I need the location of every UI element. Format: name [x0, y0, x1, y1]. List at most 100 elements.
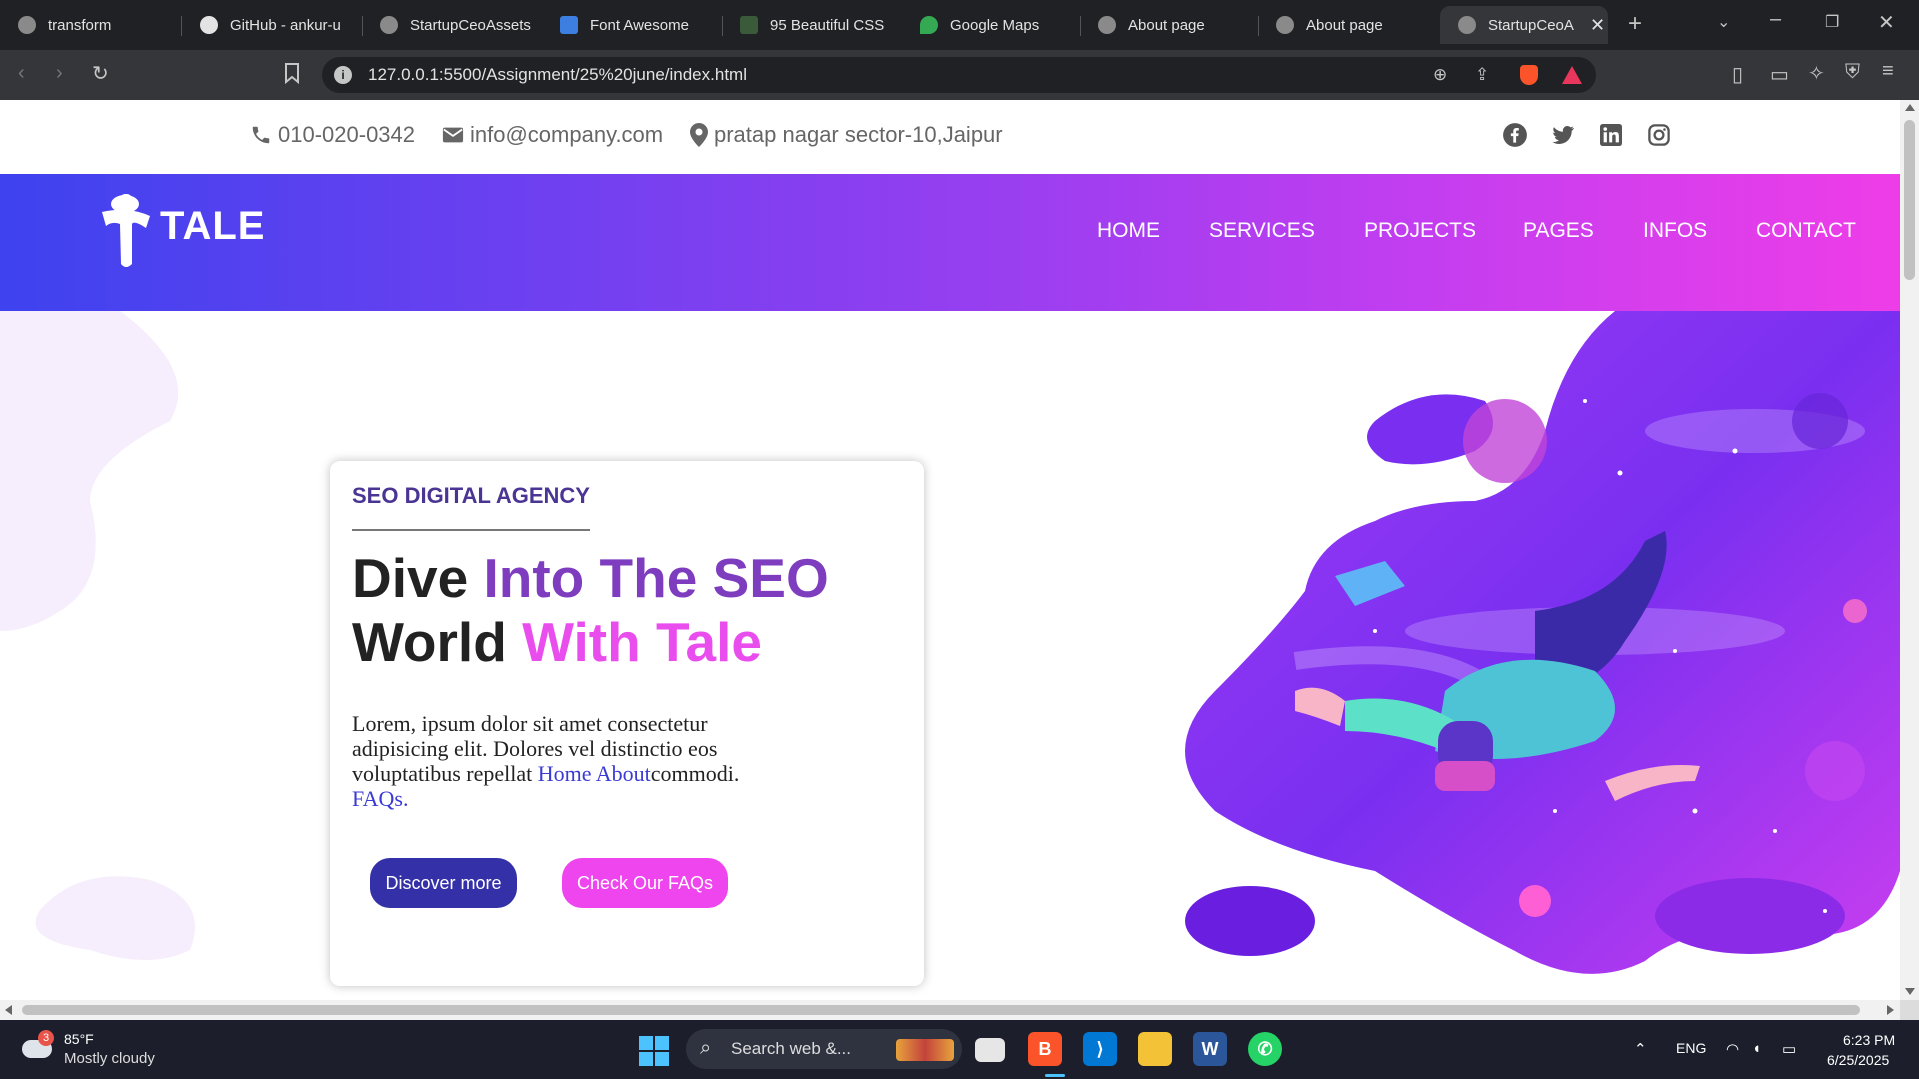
envelope-icon	[442, 127, 464, 143]
map-pin-icon	[920, 16, 938, 34]
scroll-right-icon[interactable]	[1887, 1005, 1894, 1015]
site-info-icon[interactable]: i	[334, 66, 352, 84]
weather-widget[interactable]: 3	[22, 1030, 56, 1062]
link-home[interactable]: Home	[538, 761, 592, 786]
new-tab-icon[interactable]: +	[1628, 10, 1642, 38]
vscode-icon[interactable]: ⟩	[1083, 1032, 1117, 1066]
horizontal-scroll-thumb[interactable]	[22, 1005, 1860, 1015]
headline-part: World	[352, 611, 523, 673]
task-view-icon[interactable]	[975, 1038, 1005, 1062]
decorative-blob-bottom	[35, 876, 195, 960]
chevron-down-icon[interactable]: ⌄	[1717, 12, 1730, 32]
hero-illustration	[1185, 311, 1900, 974]
forward-icon[interactable]: ›	[56, 62, 63, 85]
brave-rewards-icon[interactable]	[1562, 66, 1582, 84]
browser-toolbar: ‹ › ↻ i 127.0.0.1:5500/Assignment/25%20j…	[0, 50, 1919, 100]
nav-home[interactable]: HOME	[1097, 219, 1160, 243]
nav-projects[interactable]: PROJECTS	[1364, 219, 1476, 243]
search-icon: ⌕	[700, 1037, 712, 1059]
browser-tab[interactable]: 95 Beautiful CSS	[722, 6, 892, 44]
scroll-left-icon[interactable]	[5, 1005, 12, 1015]
brave-browser-icon[interactable]: B	[1028, 1032, 1062, 1066]
scroll-down-icon[interactable]	[1905, 988, 1915, 995]
taskbar-search[interactable]: ⌕ Search web &...	[686, 1029, 962, 1069]
discover-more-button[interactable]: Discover more	[370, 858, 517, 908]
clock-date[interactable]: 6/25/2025	[1827, 1052, 1889, 1068]
leo-ai-icon[interactable]: ✧	[1808, 61, 1825, 86]
scrollbar-corner	[1900, 1000, 1919, 1020]
reload-icon[interactable]: ↻	[92, 61, 109, 86]
tab-label: 95 Beautiful CSS	[770, 16, 885, 34]
bookmark-icon[interactable]	[283, 62, 301, 90]
tab-label: Google Maps	[950, 16, 1040, 34]
linkedin-icon[interactable]	[1600, 124, 1622, 146]
nav-pages[interactable]: PAGES	[1523, 219, 1594, 243]
browser-tab[interactable]: About page	[1080, 6, 1250, 44]
github-icon	[200, 16, 218, 34]
window-close-icon[interactable]: ✕	[1878, 10, 1895, 35]
nav-infos[interactable]: INFOS	[1643, 219, 1707, 243]
whatsapp-icon[interactable]: ✆	[1248, 1032, 1282, 1066]
globe-icon	[1276, 16, 1294, 34]
horizontal-scrollbar[interactable]	[0, 1000, 1900, 1020]
tab-label: StartupCeoAssets	[410, 16, 531, 34]
clock-time[interactable]: 6:23 PM	[1843, 1032, 1895, 1048]
weather-desc: Mostly cloudy	[64, 1050, 155, 1067]
kicker-divider	[352, 529, 590, 531]
check-faqs-button[interactable]: Check Our FAQs	[562, 858, 728, 908]
language-indicator[interactable]: ENG	[1676, 1040, 1706, 1056]
browser-tab-active[interactable]: StartupCeoA ✕	[1440, 6, 1608, 44]
file-explorer-icon[interactable]	[1138, 1032, 1172, 1066]
browser-tab[interactable]: GitHub - ankur-u	[182, 6, 352, 44]
tab-label: About page	[1306, 16, 1383, 34]
battery-icon[interactable]: ▭	[1782, 1040, 1796, 1058]
weather-badge: 3	[38, 1030, 54, 1046]
windows-start-icon[interactable]	[639, 1036, 669, 1066]
browser-tab[interactable]: About page	[1258, 6, 1428, 44]
browser-tab-bar: transform GitHub - ankur-u StartupCeoAss…	[0, 0, 1919, 50]
zoom-icon[interactable]: ⊕	[1433, 57, 1447, 93]
url-bar[interactable]: i 127.0.0.1:5500/Assignment/25%20june/in…	[322, 57, 1596, 93]
scroll-up-icon[interactable]	[1905, 104, 1915, 111]
logo-text[interactable]: TALE	[160, 204, 265, 249]
vertical-scroll-thumb[interactable]	[1904, 120, 1915, 280]
vpn-shield-icon[interactable]: ⛨	[1845, 61, 1860, 84]
sidebar-icon[interactable]: ▯	[1732, 62, 1743, 87]
browser-tab[interactable]: transform	[0, 6, 180, 44]
browser-tab[interactable]: Google Maps	[902, 6, 1072, 44]
main-navbar: TALE HOME SERVICES PROJECTS PAGES INFOS …	[0, 174, 1900, 311]
instagram-icon[interactable]	[1648, 124, 1670, 146]
logo-icon[interactable]	[100, 188, 156, 270]
tray-chevron-icon[interactable]: ⌃	[1634, 1040, 1647, 1058]
search-placeholder: Search web &...	[731, 1039, 852, 1058]
tab-label: GitHub - ankur-u	[230, 16, 341, 34]
vertical-scrollbar[interactable]	[1900, 100, 1919, 1000]
browser-tab[interactable]: StartupCeoAssets	[362, 6, 534, 44]
email-address: info@company.com	[470, 122, 664, 147]
minimize-icon[interactable]: –	[1770, 8, 1781, 31]
menu-icon[interactable]: ≡	[1882, 60, 1894, 83]
link-faqs[interactable]: FAQs.	[352, 786, 802, 811]
nav-services[interactable]: SERVICES	[1209, 219, 1315, 243]
browser-tab[interactable]: Font Awesome	[542, 6, 712, 44]
nav-contact[interactable]: CONTACT	[1756, 219, 1856, 243]
close-tab-icon[interactable]: ✕	[1590, 15, 1605, 36]
back-icon[interactable]: ‹	[18, 62, 25, 85]
brave-shields-icon[interactable]	[1520, 65, 1538, 85]
wallet-icon[interactable]: ▭	[1770, 62, 1789, 87]
link-about[interactable]: About	[596, 761, 651, 786]
headline-part: Dive	[352, 547, 484, 609]
word-icon[interactable]: W	[1193, 1032, 1227, 1066]
weather-temp: 85°F	[64, 1031, 94, 1047]
address-info: pratap nagar sector-10,Jaipur	[690, 122, 1003, 148]
tab-label: About page	[1128, 16, 1205, 34]
globe-icon	[1098, 16, 1116, 34]
phone-icon	[252, 126, 270, 144]
twitter-icon[interactable]	[1550, 122, 1576, 148]
restore-icon[interactable]: ❐	[1825, 12, 1839, 32]
hero-kicker: SEO DIGITAL AGENCY	[352, 483, 590, 508]
wifi-icon[interactable]: ◠	[1726, 1040, 1739, 1058]
volume-icon[interactable]: ◖	[1752, 1040, 1761, 1057]
facebook-icon[interactable]	[1502, 122, 1528, 148]
share-icon[interactable]: ⇪	[1475, 57, 1489, 93]
